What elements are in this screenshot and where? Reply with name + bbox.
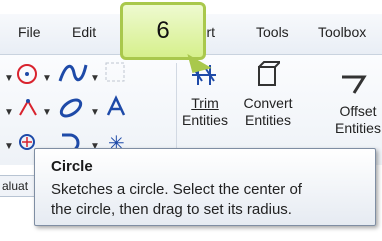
step-callout: 6 bbox=[120, 2, 212, 81]
text-tool-icon[interactable] bbox=[104, 95, 128, 119]
menu-edit[interactable]: Edit bbox=[72, 24, 96, 40]
convert-label-line1: Convert bbox=[243, 95, 293, 111]
faded-grid-icon bbox=[105, 62, 125, 82]
circle-tooltip: Circle Sketches a circle. Select the cen… bbox=[34, 148, 376, 226]
menu-toolbox[interactable]: Toolbox bbox=[318, 24, 366, 40]
tooltip-title: Circle bbox=[51, 158, 93, 175]
callout-number: 6 bbox=[156, 17, 170, 44]
menu-file[interactable]: File bbox=[18, 24, 41, 40]
tooltip-line-1: Sketches a circle. Select the center of bbox=[51, 181, 302, 198]
dropdown-arrow-icon[interactable]: ▼ bbox=[90, 107, 100, 118]
menu-tools[interactable]: Tools bbox=[256, 24, 289, 40]
spline-tool-icon[interactable] bbox=[56, 59, 90, 87]
dropdown-arrow-icon[interactable]: ▼ bbox=[4, 73, 14, 84]
offset-entities-icon[interactable] bbox=[340, 73, 370, 97]
dropdown-arrow-icon[interactable]: ▼ bbox=[4, 141, 14, 152]
dropdown-arrow-icon[interactable]: ▼ bbox=[42, 107, 52, 118]
trim-label-line1: Trim bbox=[191, 95, 219, 111]
offset-label-line2: Entities bbox=[335, 120, 381, 136]
trim-label-line2: Entities bbox=[182, 112, 228, 128]
convert-entities-button[interactable]: Convert Entities bbox=[238, 95, 298, 129]
ellipse-tool-icon[interactable] bbox=[56, 95, 86, 121]
dropdown-arrow-icon[interactable]: ▼ bbox=[42, 73, 52, 84]
dropdown-arrow-icon[interactable]: ▼ bbox=[4, 107, 14, 118]
convert-entities-icon[interactable] bbox=[254, 59, 280, 89]
circle-tool-icon[interactable] bbox=[14, 61, 40, 87]
dropdown-arrow-icon[interactable]: ▼ bbox=[90, 73, 100, 84]
trim-entities-button[interactable]: Trim Entities bbox=[180, 95, 230, 129]
polygon-tool-icon[interactable] bbox=[16, 97, 40, 119]
ribbon-separator bbox=[176, 63, 177, 153]
tooltip-line-2: the circle, then drag to set its radius. bbox=[51, 201, 292, 218]
offset-entities-button[interactable]: Offset Entities bbox=[330, 103, 382, 137]
offset-label-line1: Offset bbox=[339, 103, 377, 119]
convert-label-line2: Entities bbox=[245, 112, 291, 128]
